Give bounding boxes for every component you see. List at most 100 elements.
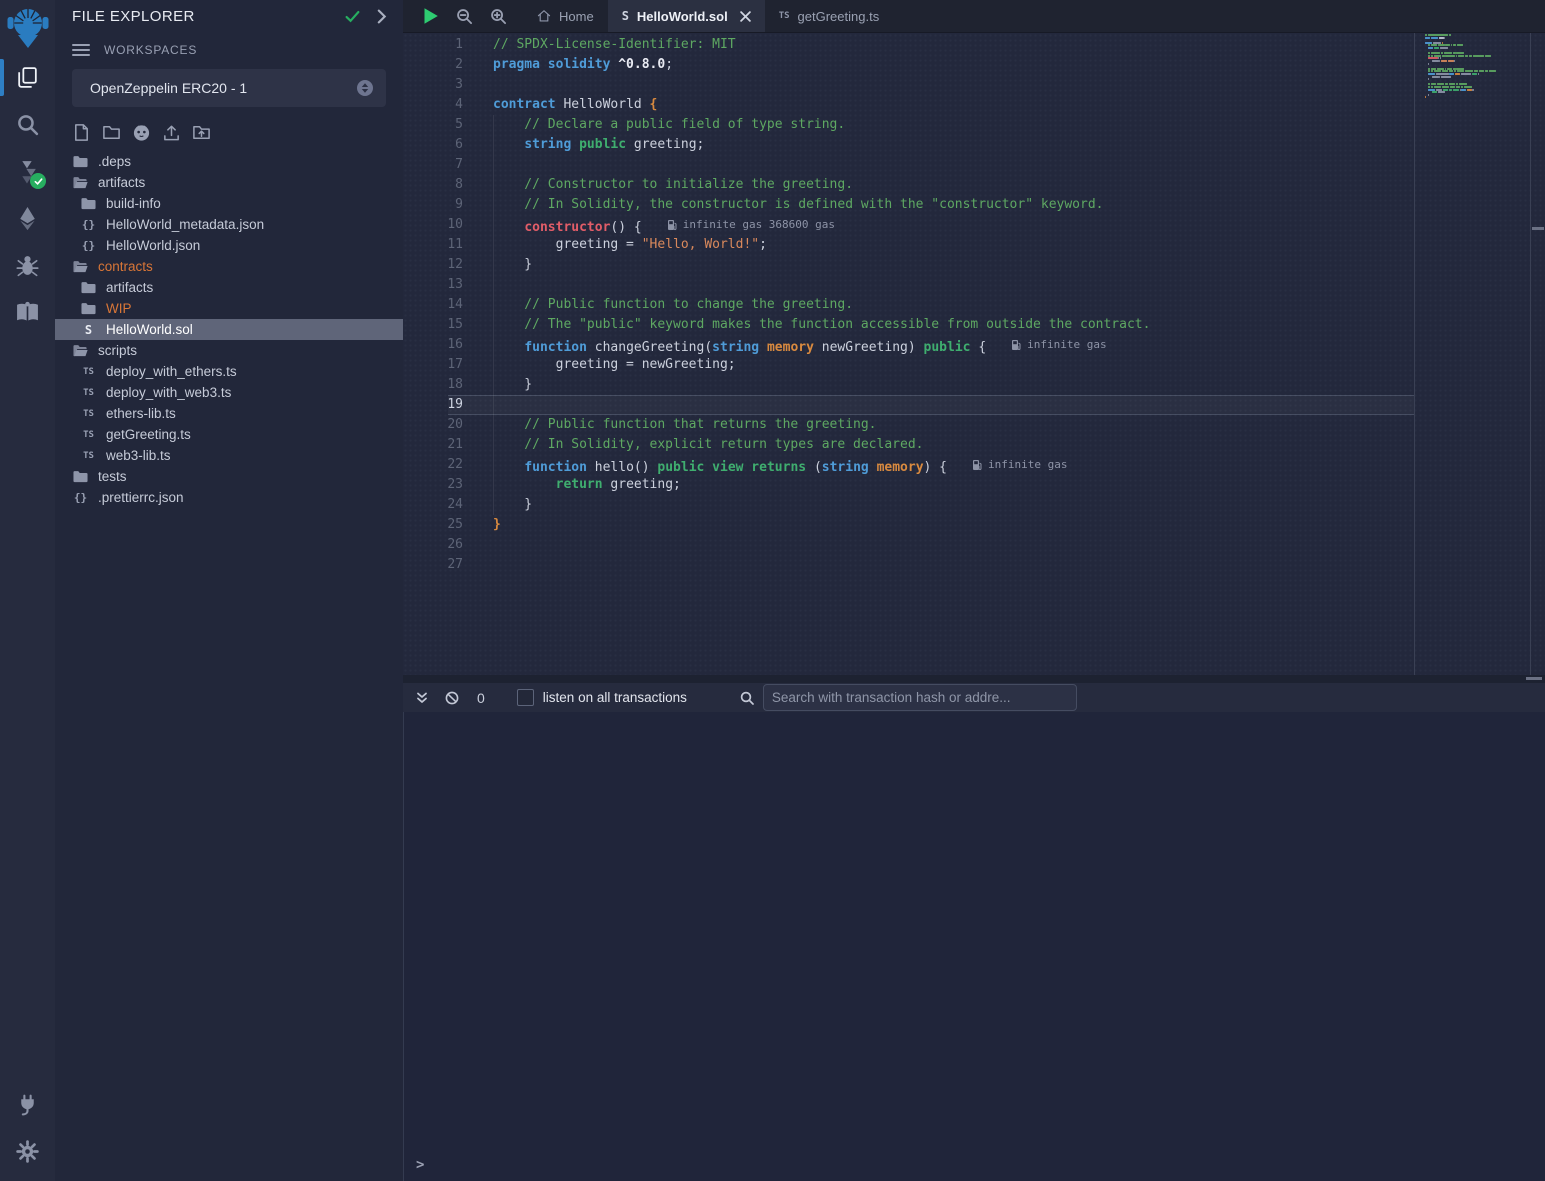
sidebar-item-plugin-manager[interactable] (0, 1081, 55, 1128)
listen-transactions-checkbox[interactable] (517, 689, 534, 706)
tree-item-getGreeting.ts[interactable]: TSgetGreeting.ts (55, 424, 403, 445)
typescript-file-icon: TS (80, 451, 97, 461)
file-explorer-header: FILE EXPLORER (55, 0, 403, 33)
tab-getGreeting.ts[interactable]: TSgetGreeting.ts (765, 0, 894, 32)
line-number[interactable]: 10 (403, 215, 463, 235)
tab-Home[interactable]: Home (523, 0, 608, 32)
tree-item-WIP[interactable]: WIP (55, 298, 403, 319)
terminal-resize-handle[interactable] (403, 675, 1545, 683)
sidebar-item-search[interactable] (0, 101, 55, 148)
line-number[interactable]: 21 (403, 435, 463, 455)
folder-open-icon (72, 344, 89, 357)
code-line-26 (493, 535, 1414, 555)
tree-item-artifacts[interactable]: artifacts (55, 172, 403, 193)
code-line-12: } (493, 255, 1414, 275)
tree-item-scripts[interactable]: scripts (55, 340, 403, 361)
block-transactions-icon[interactable] (445, 691, 459, 705)
line-number[interactable]: 13 (403, 275, 463, 295)
zoom-out-icon[interactable] (456, 8, 473, 25)
terminal-output[interactable]: > (403, 712, 1545, 1181)
workspace-select[interactable]: OpenZeppelin ERC20 - 1 (72, 69, 386, 107)
line-number[interactable]: 15 (403, 315, 463, 335)
tree-item-deploy_with_ethers.ts[interactable]: TSdeploy_with_ethers.ts (55, 361, 403, 382)
remix-logo-icon[interactable] (0, 0, 55, 54)
code-line-21: // In Solidity, explicit return types ar… (493, 435, 1414, 455)
line-number[interactable]: 24 (403, 495, 463, 515)
tree-item-.deps[interactable]: .deps (55, 151, 403, 172)
code-editor[interactable]: 1234567891011121314151617181920212223242… (403, 33, 1545, 675)
line-number-gutter[interactable]: 1234567891011121314151617181920212223242… (403, 33, 493, 675)
code-line-6: string public greeting; (493, 135, 1414, 155)
line-number[interactable]: 4 (403, 95, 463, 115)
tree-item-HelloWorld.json[interactable]: {}HelloWorld.json (55, 235, 403, 256)
line-number[interactable]: 9 (403, 195, 463, 215)
gas-estimate-annotation: infinite gas 368600 gas (668, 215, 835, 235)
chevron-right-icon[interactable] (374, 9, 389, 24)
tree-item-build-info[interactable]: build-info (55, 193, 403, 214)
tree-item-web3-lib.ts[interactable]: TSweb3-lib.ts (55, 445, 403, 466)
check-icon[interactable] (345, 9, 360, 24)
tree-item-HelloWorld_metadata.json[interactable]: {}HelloWorld_metadata.json (55, 214, 403, 235)
overview-ruler[interactable] (1530, 33, 1545, 675)
tree-item-.prettierrc.json[interactable]: {}.prettierrc.json (55, 487, 403, 508)
line-number[interactable]: 25 (403, 515, 463, 535)
line-number[interactable]: 12 (403, 255, 463, 275)
line-number[interactable]: 8 (403, 175, 463, 195)
upload-folder-icon[interactable] (192, 123, 211, 142)
line-number[interactable]: 7 (403, 155, 463, 175)
tree-item-tests[interactable]: tests (55, 466, 403, 487)
tree-item-label: getGreeting.ts (106, 427, 191, 442)
tree-item-ethers-lib.ts[interactable]: TSethers-lib.ts (55, 403, 403, 424)
typescript-file-icon: TS (779, 11, 790, 21)
line-number[interactable]: 6 (403, 135, 463, 155)
upload-file-icon[interactable] (162, 123, 181, 142)
run-script-button[interactable] (423, 7, 439, 25)
sidebar-item-settings[interactable] (0, 1128, 55, 1175)
code-line-13 (493, 275, 1414, 295)
sidebar-item-debugger[interactable] (0, 242, 55, 289)
line-number[interactable]: 16 (403, 335, 463, 355)
tree-item-label: WIP (106, 301, 132, 316)
line-number[interactable]: 27 (403, 555, 463, 575)
line-number[interactable]: 5 (403, 115, 463, 135)
code-line-4: contract HelloWorld { (493, 95, 1414, 115)
tree-item-HelloWorld.sol[interactable]: SHelloWorld.sol (55, 319, 403, 340)
tab-HelloWorld.sol[interactable]: SHelloWorld.sol (608, 0, 765, 32)
tree-item-label: artifacts (106, 280, 153, 295)
close-tab-icon[interactable] (740, 11, 751, 22)
new-file-icon[interactable] (72, 123, 91, 142)
minimap[interactable] (1425, 34, 1525, 114)
line-number[interactable]: 14 (403, 295, 463, 315)
tree-item-label: tests (98, 469, 127, 484)
sidebar-item-file-explorer[interactable] (0, 54, 55, 101)
zoom-in-icon[interactable] (490, 8, 507, 25)
line-number[interactable]: 26 (403, 535, 463, 555)
tree-item-contracts[interactable]: contracts (55, 256, 403, 277)
sidebar-item-solidity-unit-testing[interactable] (0, 289, 55, 336)
code-line-17: greeting = newGreeting; (493, 355, 1414, 375)
active-plugin-indicator (0, 59, 4, 96)
line-number[interactable]: 3 (403, 75, 463, 95)
code-area[interactable]: // SPDX-License-Identifier: MITpragma so… (493, 33, 1414, 675)
line-number[interactable]: 23 (403, 475, 463, 495)
line-number[interactable]: 17 (403, 355, 463, 375)
sidebar-item-deploy-and-run[interactable] (0, 195, 55, 242)
tabs-container: HomeSHelloWorld.solTSgetGreeting.ts (523, 0, 893, 32)
line-number[interactable]: 1 (403, 35, 463, 55)
tree-item-deploy_with_web3.ts[interactable]: TSdeploy_with_web3.ts (55, 382, 403, 403)
sidebar-item-solidity-compiler[interactable] (0, 148, 55, 195)
github-icon[interactable] (132, 123, 151, 142)
line-number[interactable]: 20 (403, 415, 463, 435)
double-chevron-down-icon[interactable] (415, 691, 429, 705)
line-number[interactable]: 22 (403, 455, 463, 475)
workspaces-menu-icon[interactable] (72, 44, 90, 56)
tree-item-artifacts[interactable]: artifacts (55, 277, 403, 298)
typescript-file-icon: TS (80, 388, 97, 398)
new-folder-icon[interactable] (102, 123, 121, 142)
code-line-15: // The "public" keyword makes the functi… (493, 315, 1414, 335)
line-number[interactable]: 2 (403, 55, 463, 75)
line-number[interactable]: 11 (403, 235, 463, 255)
transaction-search-input[interactable] (763, 684, 1077, 711)
code-line-9: // In Solidity, the constructor is defin… (493, 195, 1414, 215)
line-number[interactable]: 18 (403, 375, 463, 395)
